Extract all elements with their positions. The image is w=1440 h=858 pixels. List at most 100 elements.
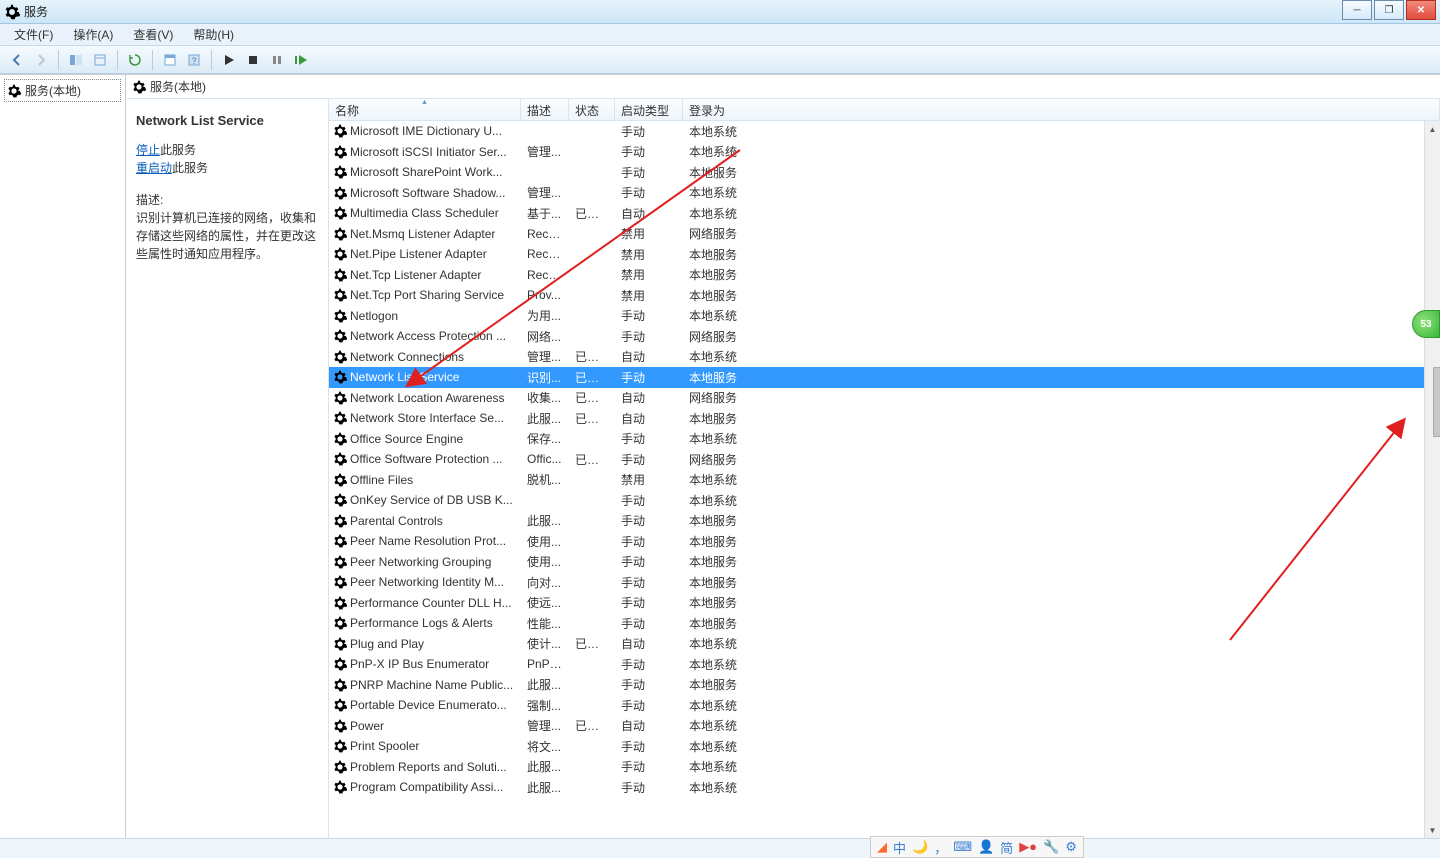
menu-file[interactable]: 文件(F) — [4, 26, 63, 43]
service-row[interactable]: Net.Tcp Listener AdapterRece...禁用本地服务 — [329, 265, 1424, 286]
service-row[interactable]: Microsoft iSCSI Initiator Ser...管理...手动本… — [329, 142, 1424, 163]
stop-service-link[interactable]: 停止 — [136, 143, 160, 157]
ime-comma-icon[interactable]: ， — [934, 838, 947, 857]
gear-icon — [333, 534, 347, 548]
list-rows[interactable]: Microsoft IME Dictionary U...手动本地系统Micro… — [329, 121, 1424, 838]
menu-help[interactable]: 帮助(H) — [183, 26, 244, 43]
column-header-start[interactable]: 启动类型 — [615, 99, 683, 120]
service-row[interactable]: Net.Pipe Listener AdapterRece...禁用本地服务 — [329, 244, 1424, 265]
service-name: Net.Pipe Listener Adapter — [350, 247, 487, 261]
service-desc: 为用... — [521, 307, 569, 324]
back-button[interactable] — [6, 49, 28, 71]
side-badge[interactable]: 53 — [1412, 310, 1440, 338]
service-row[interactable]: Peer Networking Grouping使用...手动本地服务 — [329, 552, 1424, 573]
service-row[interactable]: Performance Counter DLL H...使远...手动本地服务 — [329, 593, 1424, 614]
list-header: 名称 描述 状态 启动类型 登录为 — [329, 99, 1440, 121]
service-row[interactable]: Portable Device Enumerato...强制...手动本地系统 — [329, 695, 1424, 716]
refresh-button[interactable] — [124, 49, 146, 71]
service-row[interactable]: Network List Service识别...已启动手动本地服务 — [329, 367, 1424, 388]
stop-service-button[interactable] — [242, 49, 264, 71]
ime-logo-icon[interactable]: ◢ — [877, 839, 887, 855]
menu-view[interactable]: 查看(V) — [123, 26, 183, 43]
ime-toolbar[interactable]: ◢ 中 🌙 ， ⌨ 👤 简 ▶● 🔧 ⚙ — [870, 836, 1084, 858]
show-hide-tree-button[interactable] — [65, 49, 87, 71]
pause-service-button[interactable] — [266, 49, 288, 71]
service-row[interactable]: Multimedia Class Scheduler基于...已启动自动本地系统 — [329, 203, 1424, 224]
service-row[interactable]: Print Spooler将文...手动本地系统 — [329, 736, 1424, 757]
service-start-type: 自动 — [615, 389, 683, 406]
vertical-scrollbar[interactable]: ▲ ▼ — [1424, 121, 1440, 838]
service-name: Performance Counter DLL H... — [350, 596, 512, 610]
close-button[interactable]: ✕ — [1406, 0, 1436, 20]
service-row[interactable]: Network Access Protection ...网络...手动网络服务 — [329, 326, 1424, 347]
service-row[interactable]: Power管理...已启动自动本地系统 — [329, 716, 1424, 737]
service-name: Microsoft IME Dictionary U... — [350, 124, 502, 138]
restart-service-link[interactable]: 重启动 — [136, 161, 172, 175]
service-row[interactable]: PNRP Machine Name Public...此服...手动本地服务 — [329, 675, 1424, 696]
column-header-name[interactable]: 名称 — [329, 99, 521, 120]
column-header-logon[interactable]: 登录为 — [683, 99, 1440, 120]
scroll-up-button[interactable]: ▲ — [1425, 121, 1440, 137]
start-service-button[interactable] — [218, 49, 240, 71]
service-logon: 本地系统 — [683, 430, 753, 447]
service-row[interactable]: Network Store Interface Se...此服...已启动自动本… — [329, 408, 1424, 429]
service-row[interactable]: Microsoft Software Shadow...管理...手动本地系统 — [329, 183, 1424, 204]
svg-text:?: ? — [191, 56, 196, 66]
service-row[interactable]: Network Connections管理...已启动自动本地系统 — [329, 347, 1424, 368]
gear-icon — [333, 555, 347, 569]
column-header-desc[interactable]: 描述 — [521, 99, 569, 120]
restart-service-button[interactable] — [290, 49, 312, 71]
console-tree[interactable]: 服务(本地) — [0, 75, 126, 838]
scroll-thumb[interactable] — [1433, 367, 1440, 437]
status-bar — [0, 838, 1440, 858]
service-row[interactable]: Office Software Protection ...Offic...已启… — [329, 449, 1424, 470]
export-button[interactable] — [89, 49, 111, 71]
result-header-label: 服务(本地) — [150, 78, 206, 95]
ime-tool-icon[interactable]: 🔧 — [1043, 839, 1059, 855]
tree-root-label: 服务(本地) — [25, 82, 81, 99]
properties-button[interactable] — [159, 49, 181, 71]
service-desc: 管理... — [521, 143, 569, 160]
minimize-button[interactable]: ─ — [1342, 0, 1372, 20]
service-start-type: 手动 — [615, 594, 683, 611]
service-row[interactable]: Peer Name Resolution Prot...使用...手动本地服务 — [329, 531, 1424, 552]
service-row[interactable]: OnKey Service of DB USB K...手动本地系统 — [329, 490, 1424, 511]
gear-icon — [333, 514, 347, 528]
maximize-button[interactable]: ❐ — [1374, 0, 1404, 20]
ime-simp-trad-toggle[interactable]: 简 — [1000, 838, 1013, 857]
service-row[interactable]: Microsoft IME Dictionary U...手动本地系统 — [329, 121, 1424, 142]
service-row[interactable]: Program Compatibility Assi...此服...手动本地系统 — [329, 777, 1424, 798]
service-desc: 使用... — [521, 553, 569, 570]
help-button[interactable]: ? — [183, 49, 205, 71]
ime-punct-icon[interactable]: 🌙 — [912, 839, 928, 855]
ime-contact-icon[interactable]: 👤 — [978, 839, 994, 855]
service-row[interactable]: Peer Networking Identity M...向对...手动本地服务 — [329, 572, 1424, 593]
service-row[interactable]: Office Source Engine保存...手动本地系统 — [329, 429, 1424, 450]
service-name: Multimedia Class Scheduler — [350, 206, 499, 220]
service-row[interactable]: Net.Msmq Listener AdapterRece...禁用网络服务 — [329, 224, 1424, 245]
service-row[interactable]: Net.Tcp Port Sharing ServiceProv...禁用本地服… — [329, 285, 1424, 306]
ime-settings-icon[interactable]: ⚙ — [1065, 839, 1077, 855]
service-row[interactable]: Problem Reports and Soluti...此服...手动本地系统 — [329, 757, 1424, 778]
service-row[interactable]: Netlogon为用...手动本地系统 — [329, 306, 1424, 327]
ime-keyboard-icon[interactable]: ⌨ — [953, 839, 972, 855]
tree-root-item[interactable]: 服务(本地) — [4, 79, 121, 102]
service-name: Microsoft iSCSI Initiator Ser... — [350, 145, 507, 159]
service-row[interactable]: Offline Files脱机...禁用本地系统 — [329, 470, 1424, 491]
ime-lang-toggle[interactable]: 中 — [893, 838, 906, 857]
forward-button[interactable] — [30, 49, 52, 71]
service-logon: 本地系统 — [683, 656, 753, 673]
service-row[interactable]: Network Location Awareness收集...已启动自动网络服务 — [329, 388, 1424, 409]
gear-icon — [333, 206, 347, 220]
service-row[interactable]: Parental Controls此服...手动本地服务 — [329, 511, 1424, 532]
service-row[interactable]: Microsoft SharePoint Work...手动本地服务 — [329, 162, 1424, 183]
ime-rec-icon[interactable]: ▶● — [1019, 839, 1037, 855]
service-row[interactable]: Performance Logs & Alerts性能...手动本地服务 — [329, 613, 1424, 634]
column-header-status[interactable]: 状态 — [569, 99, 615, 120]
service-row[interactable]: Plug and Play使计...已启动自动本地系统 — [329, 634, 1424, 655]
menu-action[interactable]: 操作(A) — [63, 26, 123, 43]
service-name: Network Location Awareness — [350, 391, 505, 405]
service-row[interactable]: PnP-X IP Bus EnumeratorPnP-...手动本地系统 — [329, 654, 1424, 675]
service-logon: 本地服务 — [683, 246, 753, 263]
scroll-down-button[interactable]: ▼ — [1425, 822, 1440, 838]
